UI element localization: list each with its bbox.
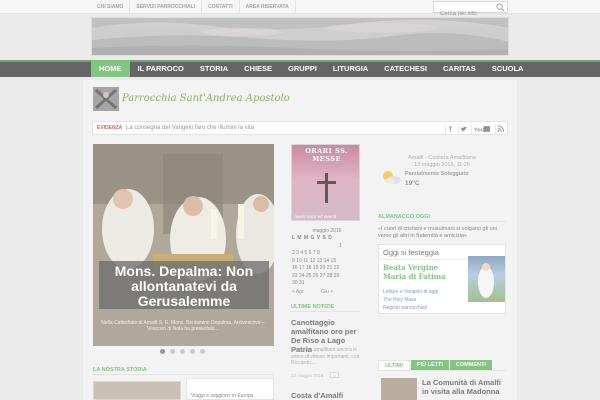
news-ticker-text[interactable]: La consegna del Vangelo faro che illumin… — [126, 125, 254, 131]
news-ticker: EVIDENZA La consegna del Vangelo faro ch… — [92, 121, 508, 135]
nav-il-parroco[interactable]: IL PARROCO — [130, 60, 192, 77]
calendar-week[interactable]: 23 24 25 26 27 28 29 — [292, 273, 362, 281]
nav-home[interactable]: HOME — [91, 60, 130, 77]
calendar-week[interactable]: 16 17 18 19 20 21 22 — [292, 265, 362, 273]
weather-temperature: 19°C — [405, 180, 420, 187]
slide-title[interactable]: Mons. Depalma: Non allontanatevi da Geru… — [99, 264, 269, 309]
banner-landscape-image — [92, 18, 508, 55]
link-holy-mass[interactable]: The Holy Mass — [383, 297, 416, 303]
rss-icon[interactable] — [495, 124, 505, 134]
facebook-icon[interactable]: f — [445, 124, 455, 134]
site-title: Parrocchia Sant'Andrea Apostolo — [122, 93, 290, 104]
orari-messe-banner[interactable]: ORARI SS. MESSE Avvisi sacri ed eventi — [291, 144, 360, 221]
link-letture[interactable]: Letture e Vangelo di oggi — [383, 289, 438, 295]
divider — [378, 221, 506, 222]
svg-text:f: f — [449, 125, 452, 134]
nav-gruppi[interactable]: GRUPPI — [280, 60, 325, 77]
featured-slider[interactable]: Mons. Depalma: Non allontanatevi da Geru… — [93, 144, 274, 346]
calendar-month: maggio 2016 — [312, 228, 342, 234]
weather-datetime: 13 maggio 2016, 11:26 — [414, 162, 470, 168]
ultime-article-title[interactable]: Costa d'Amalfi piccoli — [291, 391, 363, 400]
almanacco-quote: «I cuori di cristiani e musulmani si vol… — [378, 226, 497, 239]
madonna-image — [478, 263, 494, 298]
saint-of-day-box: Oggi si festeggia Beata Vergine Maria di… — [378, 244, 507, 314]
storia-thumbnail[interactable] — [93, 381, 181, 400]
slide-caption-box: Mons. Depalma: Non allontanatevi da Geru… — [99, 261, 269, 309]
slider-dot[interactable] — [180, 349, 185, 354]
weather-location: Amalfi - Costiera Amalfitana 13 maggio 2… — [378, 155, 506, 169]
top-bar — [0, 0, 600, 14]
storia-heading: LA NOSTRA STORIA — [93, 367, 147, 373]
top-nav-chi-siamo[interactable]: CHI SIAMO — [91, 0, 131, 14]
comment-count-badge[interactable]: 0 — [330, 372, 339, 378]
slider-dot[interactable] — [170, 349, 175, 354]
search-box — [433, 1, 508, 19]
divider — [291, 311, 361, 312]
slider-dot[interactable] — [200, 349, 205, 354]
storia-item-title: Viaggi e soggiorni in Europa — [191, 393, 254, 399]
nav-liturgia[interactable]: LITURGIA — [325, 60, 376, 77]
top-nav-contatti[interactable]: CONTATTI — [202, 0, 240, 14]
ultime-notizie-heading: ULTIME NOTIZIE — [291, 304, 335, 310]
nav-caritas[interactable]: CARITAS — [435, 60, 484, 77]
ultime-article-date: 12 maggio 2016 — [291, 373, 324, 378]
calendar-week[interactable]: 9 10 11 12 13 14 15 — [292, 258, 362, 266]
news-ticker-label: EVIDENZA — [97, 125, 123, 131]
top-nav-area-riservata[interactable]: AREA RISERVATA — [240, 0, 296, 14]
main-nav: HOME IL PARROCO STORIA CHIESE GRUPPI LIT… — [91, 60, 531, 77]
cross-icon — [317, 173, 336, 203]
top-nav-servizi[interactable]: SERVIZI PARROCCHIALI — [130, 0, 203, 14]
storia-item[interactable]: Viaggi e soggiorni in Europa — [186, 378, 274, 400]
slide-image — [93, 144, 274, 346]
top-nav: CHI SIAMO SERVIZI PARROCCHIALI CONTATTI … — [91, 0, 296, 14]
saint-image — [468, 256, 505, 302]
slide-description: Nella Cattedrale di Amalfi S. E. Mons. B… — [101, 320, 265, 332]
almanacco-heading: ALMANACCO OGGI — [378, 214, 430, 220]
twitter-icon[interactable] — [458, 124, 468, 134]
header-banner — [91, 17, 509, 56]
calendar-widget: maggio 2016 L M M G V S D 1 2 3 4 5 6 7 … — [292, 228, 362, 296]
youtube-icon[interactable]: You — [471, 124, 491, 134]
nav-scuola[interactable]: SCUOLA — [484, 60, 532, 77]
slider-dot[interactable] — [160, 349, 165, 354]
saint-andrew-logo-icon — [93, 87, 119, 111]
calendar-week[interactable]: 2 3 4 5 6 7 8 — [292, 250, 362, 258]
weather-location-name: Amalfi - Costiera Amalfitana — [408, 155, 476, 161]
calendar-weekdays: L M M G V S D — [292, 235, 333, 241]
calendar-next-link[interactable]: Giu » — [321, 289, 333, 295]
link-registri[interactable]: Registri parrocchiali — [383, 305, 427, 311]
nav-catechesi[interactable]: CATECHESI — [376, 60, 435, 77]
partly-sunny-icon — [383, 171, 401, 184]
nav-chiese[interactable]: CHIESE — [236, 60, 280, 77]
divider — [378, 370, 506, 371]
svg-text:You: You — [474, 127, 485, 133]
weather-condition: Parzialmente Soleggiato — [405, 171, 469, 177]
orari-subtitle: Avvisi sacri ed eventi — [294, 214, 336, 219]
saint-box-title: Oggi si festeggia — [383, 248, 439, 257]
calendar-week[interactable]: 30 31 — [292, 280, 362, 288]
article-thumbnail[interactable] — [381, 378, 417, 400]
saint-name[interactable]: Beata Vergine Maria di Fatima — [383, 263, 463, 281]
tab-article-title[interactable]: La Comunità di Amalfi in visita alla Mad… — [422, 378, 508, 396]
slider-dots — [160, 349, 205, 354]
nav-storia[interactable]: STORIA — [192, 60, 236, 77]
calendar-prev-link[interactable]: « Apr — [292, 289, 304, 295]
divider — [93, 374, 274, 375]
ultime-article-summary: Canottieri amalfitani ancora in odore di… — [291, 347, 360, 366]
search-icon[interactable] — [496, 3, 505, 12]
calendar-week[interactable]: 1 — [292, 243, 362, 251]
slider-dot[interactable] — [190, 349, 195, 354]
